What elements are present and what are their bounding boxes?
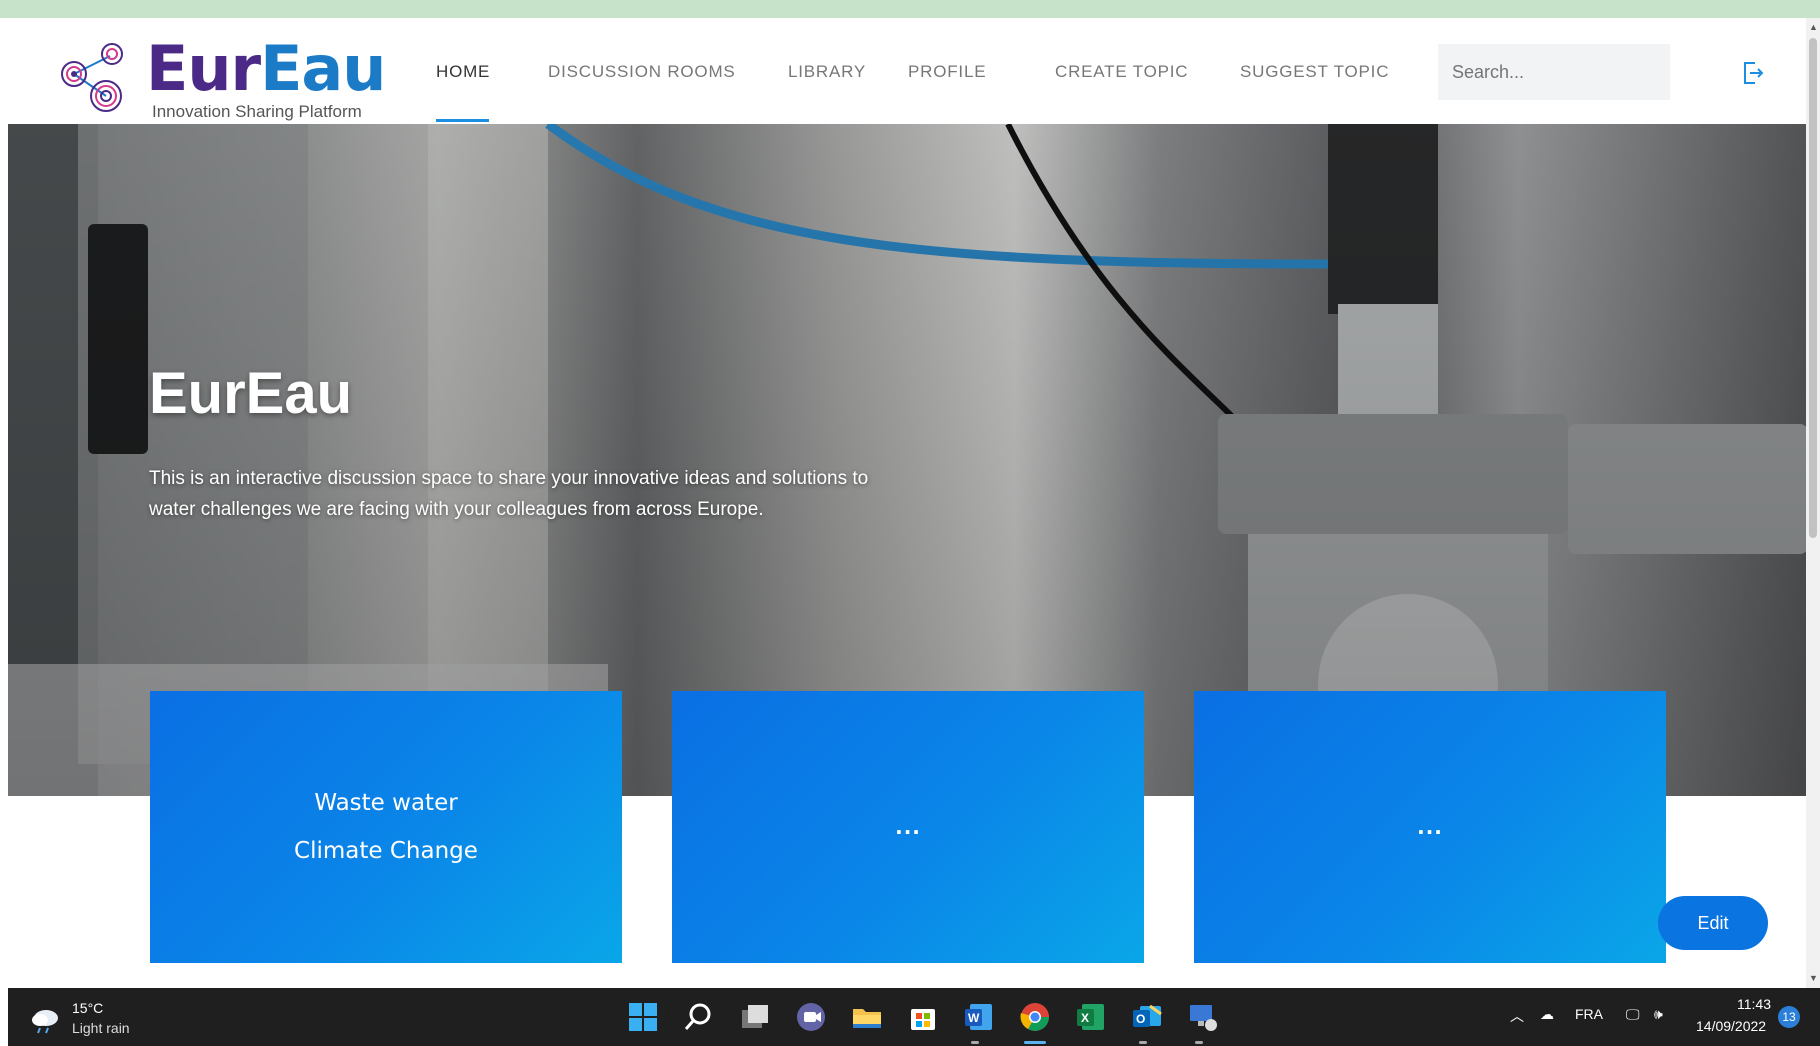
network-icon[interactable]: 🖵: [1626, 1006, 1640, 1023]
clock-date[interactable]: 14/09/2022: [1696, 1018, 1766, 1034]
language-indicator[interactable]: FRA: [1575, 1006, 1603, 1022]
svg-text:X: X: [1081, 1011, 1089, 1025]
topic-card-3[interactable]: ...: [1194, 691, 1666, 963]
left-frame: [0, 18, 8, 988]
weather-description: Light rain: [72, 1020, 130, 1036]
hero-description: This is an interactive discussion space …: [149, 468, 869, 520]
logo-wordmark-part2: Eau: [260, 32, 386, 105]
site-header: EurEau Innovation Sharing Platform HOME …: [8, 18, 1806, 124]
remote-desktop-icon[interactable]: [1186, 1000, 1220, 1034]
clock-time[interactable]: 11:43: [1737, 996, 1771, 1012]
tray-chevron-up-icon[interactable]: ︿: [1510, 1006, 1524, 1026]
nav-create-topic[interactable]: CREATE TOPIC: [1055, 62, 1188, 82]
weather-temperature: 15°C: [72, 1000, 104, 1016]
card-1-line-2: Climate Change: [294, 838, 478, 864]
card-1-line-1: Waste water: [314, 790, 458, 816]
onedrive-cloud-icon[interactable]: ☁: [1540, 1006, 1554, 1023]
nav-profile[interactable]: PROFILE: [908, 62, 986, 82]
search-icon[interactable]: [682, 1000, 716, 1034]
card-2-placeholder: ...: [895, 815, 921, 839]
notification-badge[interactable]: 13: [1778, 1006, 1800, 1028]
hero-title: EurEau: [149, 361, 353, 426]
topic-card-2[interactable]: ...: [672, 691, 1144, 963]
edit-button[interactable]: Edit: [1658, 896, 1768, 950]
svg-text:O: O: [1136, 1012, 1145, 1026]
svg-text:W: W: [968, 1011, 980, 1025]
logo-wordmark: EurEau: [146, 38, 386, 100]
search-box[interactable]: [1438, 44, 1670, 100]
top-accent-strip: [0, 0, 1820, 18]
logo-circles-icon: [61, 43, 123, 112]
active-nav-underline: [436, 119, 489, 122]
topic-card-1[interactable]: Waste water Climate Change: [150, 691, 622, 963]
logout-icon[interactable]: [1741, 60, 1765, 86]
search-input[interactable]: [1450, 61, 1664, 84]
word-icon[interactable]: W: [962, 1000, 996, 1034]
outlook-running-indicator: [1139, 1041, 1147, 1044]
page-scrollbar[interactable]: ▲ ▼: [1806, 18, 1820, 988]
nav-suggest-topic[interactable]: SUGGEST TOPIC: [1240, 62, 1389, 82]
windows-taskbar: 15°C Light rain W X O ︿ ☁ FRA 🖵 🕪 11:43 …: [8, 988, 1820, 1046]
scroll-down-arrow-icon[interactable]: ▼: [1809, 973, 1818, 983]
logo-tagline: Innovation Sharing Platform: [152, 102, 362, 121]
speaker-icon[interactable]: 🕪: [1654, 1006, 1663, 1023]
card-3-placeholder: ...: [1417, 815, 1443, 839]
scroll-thumb[interactable]: [1809, 38, 1817, 538]
nav-library[interactable]: LIBRARY: [788, 62, 866, 82]
start-icon[interactable]: [626, 1000, 660, 1034]
outlook-icon[interactable]: O: [1130, 1000, 1164, 1034]
logo-wordmark-part1: Eur: [146, 32, 261, 105]
teams-icon[interactable]: [794, 1000, 828, 1034]
cloud-rain-icon: [32, 1010, 58, 1034]
store-icon[interactable]: [906, 1000, 940, 1034]
scroll-up-arrow-icon[interactable]: ▲: [1809, 22, 1818, 32]
file-explorer-icon[interactable]: [850, 1000, 884, 1034]
remote-desktop-running-indicator: [1195, 1041, 1203, 1044]
nav-discussion-rooms[interactable]: DISCUSSION ROOMS: [548, 62, 736, 82]
excel-icon[interactable]: X: [1074, 1000, 1108, 1034]
nav-home[interactable]: HOME: [436, 62, 490, 82]
task-view-icon[interactable]: [738, 1000, 772, 1034]
logo[interactable]: EurEau Innovation Sharing Platform: [58, 30, 386, 122]
chrome-active-indicator: [1024, 1041, 1046, 1044]
weather-widget[interactable]: 15°C Light rain: [30, 998, 170, 1038]
word-running-indicator: [971, 1041, 979, 1044]
chrome-icon[interactable]: [1018, 1000, 1052, 1034]
